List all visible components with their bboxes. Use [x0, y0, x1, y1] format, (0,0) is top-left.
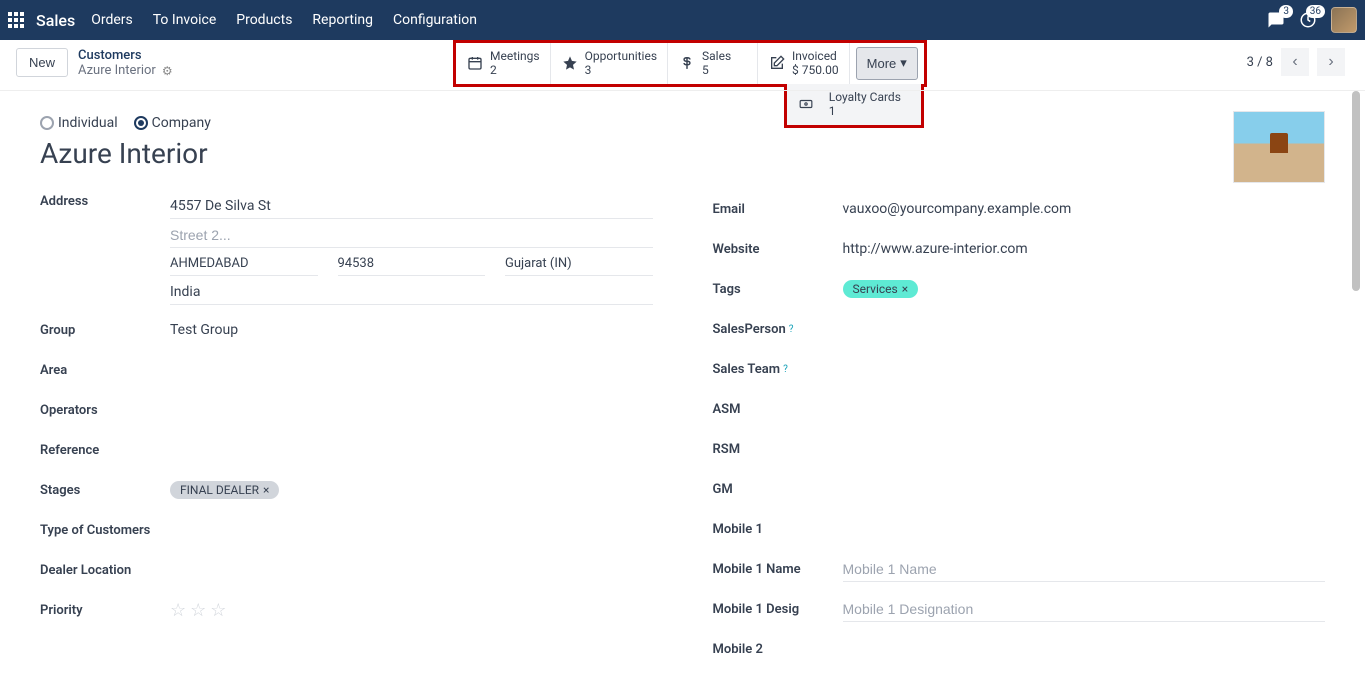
- top-right: 3 36: [1267, 7, 1357, 33]
- record-title[interactable]: Azure Interior: [40, 137, 1325, 170]
- field-website[interactable]: http://www.azure-interior.com: [843, 241, 1326, 257]
- tag-remove-icon[interactable]: ×: [263, 483, 269, 497]
- label-address: Address: [40, 194, 170, 209]
- field-email[interactable]: vauxoo@yourcompany.example.com: [843, 201, 1326, 217]
- label-operators: Operators: [40, 403, 170, 418]
- left-column: Address 4557 De Silva St AHMEDABAD 94538…: [40, 194, 653, 674]
- form-sheet: Individual Company Azure Interior Addres…: [0, 90, 1365, 674]
- breadcrumb-parent[interactable]: Customers: [78, 48, 173, 63]
- label-mobile2: Mobile 2: [713, 642, 843, 657]
- radio-company[interactable]: Company: [134, 115, 211, 131]
- label-salesperson: SalesPerson?: [713, 322, 843, 337]
- apps-icon[interactable]: [8, 12, 24, 28]
- main-menu: Orders To Invoice Products Reporting Con…: [91, 12, 1267, 28]
- company-type-radio: Individual Company: [40, 115, 1325, 131]
- field-mobile1name[interactable]: [843, 557, 1326, 582]
- label-mobile1: Mobile 1: [713, 522, 843, 537]
- city[interactable]: AHMEDABAD: [170, 252, 318, 276]
- stat-opportunities[interactable]: Opportunities3: [551, 43, 668, 84]
- menu-to-invoice[interactable]: To Invoice: [153, 12, 217, 28]
- label-mobile1desig: Mobile 1 Desig: [713, 602, 843, 617]
- field-tags[interactable]: Services×: [843, 280, 1326, 298]
- label-area: Area: [40, 363, 170, 378]
- stat-buttons-area: Meetings2 Opportunities3 Sales5 Invoiced…: [453, 40, 927, 87]
- messages-badge: 3: [1279, 5, 1293, 18]
- field-stages[interactable]: FINAL DEALER×: [170, 481, 653, 499]
- help-icon[interactable]: ?: [789, 324, 794, 335]
- tag-remove-icon[interactable]: ×: [902, 282, 908, 296]
- label-group: Group: [40, 323, 170, 338]
- record-image[interactable]: [1233, 111, 1325, 183]
- new-button[interactable]: New: [16, 48, 68, 77]
- label-email: Email: [713, 202, 843, 217]
- label-website: Website: [713, 242, 843, 257]
- label-type-customers: Type of Customers: [40, 523, 170, 538]
- street1[interactable]: 4557 De Silva St: [170, 194, 653, 219]
- label-tags: Tags: [713, 282, 843, 297]
- pager-prev[interactable]: ‹: [1281, 48, 1309, 76]
- zip[interactable]: 94538: [338, 252, 486, 276]
- help-icon[interactable]: ?: [783, 364, 788, 375]
- star-icon: [561, 54, 579, 72]
- edit-icon: [768, 54, 786, 72]
- stat-row: Meetings2 Opportunities3 Sales5 Invoiced…: [453, 40, 927, 87]
- label-stages: Stages: [40, 483, 170, 498]
- more-button[interactable]: More▾: [856, 47, 918, 80]
- label-rsm: RSM: [713, 442, 843, 457]
- activities-badge: 36: [1306, 5, 1325, 18]
- field-mobile1desig[interactable]: [843, 597, 1326, 622]
- menu-configuration[interactable]: Configuration: [393, 12, 477, 28]
- breadcrumb: Customers Azure Interior ⚙: [78, 48, 173, 78]
- stat-invoiced[interactable]: Invoiced$ 750.00: [758, 43, 850, 84]
- control-panel: New Customers Azure Interior ⚙ Meetings2…: [0, 40, 1365, 78]
- pager-counter[interactable]: 3 / 8: [1247, 55, 1273, 70]
- label-gm: GM: [713, 482, 843, 497]
- avatar[interactable]: [1331, 7, 1357, 33]
- state[interactable]: Gujarat (IN): [505, 252, 653, 276]
- label-asm: ASM: [713, 402, 843, 417]
- scrollbar[interactable]: [1349, 91, 1363, 674]
- star-icon[interactable]: ☆: [190, 600, 206, 621]
- label-priority: Priority: [40, 603, 170, 618]
- label-reference: Reference: [40, 443, 170, 458]
- label-mobile1name: Mobile 1 Name: [713, 562, 843, 577]
- breadcrumb-current: Azure Interior ⚙: [78, 63, 173, 78]
- field-group[interactable]: Test Group: [170, 322, 653, 338]
- country[interactable]: India: [170, 280, 653, 305]
- label-salesteam: Sales Team?: [713, 362, 843, 377]
- star-icon[interactable]: ☆: [210, 600, 226, 621]
- caret-down-icon: ▾: [900, 55, 907, 71]
- address-block[interactable]: 4557 De Silva St AHMEDABAD 94538 Gujarat…: [170, 194, 653, 305]
- right-column: Emailvauxoo@yourcompany.example.com Webs…: [713, 194, 1326, 674]
- brand[interactable]: Sales: [36, 11, 75, 30]
- menu-products[interactable]: Products: [236, 12, 292, 28]
- star-icon[interactable]: ☆: [170, 600, 186, 621]
- gear-icon[interactable]: ⚙: [162, 64, 173, 78]
- form-columns: Address 4557 De Silva St AHMEDABAD 94538…: [40, 194, 1325, 674]
- dollar-icon: [678, 54, 696, 72]
- street2[interactable]: [170, 223, 653, 248]
- radio-individual[interactable]: Individual: [40, 115, 118, 131]
- field-priority[interactable]: ☆☆☆: [170, 600, 653, 621]
- pager: 3 / 8 ‹ ›: [1247, 48, 1345, 76]
- activities-icon[interactable]: 36: [1299, 11, 1317, 29]
- calendar-icon: [466, 54, 484, 72]
- messages-icon[interactable]: 3: [1267, 11, 1285, 29]
- pager-next[interactable]: ›: [1317, 48, 1345, 76]
- menu-orders[interactable]: Orders: [91, 12, 133, 28]
- stat-meetings[interactable]: Meetings2: [456, 43, 551, 84]
- stat-sales[interactable]: Sales5: [668, 43, 758, 84]
- menu-reporting[interactable]: Reporting: [312, 12, 373, 28]
- top-nav: Sales Orders To Invoice Products Reporti…: [0, 0, 1365, 40]
- label-dealer-location: Dealer Location: [40, 563, 170, 578]
